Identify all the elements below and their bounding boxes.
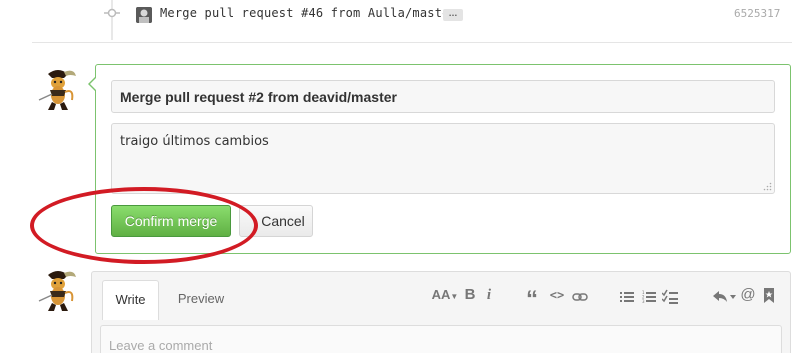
bookmark-icon[interactable] [763, 287, 775, 305]
code-icon[interactable]: <> [548, 286, 566, 304]
merge-form-caret-inner [90, 78, 96, 90]
bold-icon[interactable]: B [464, 286, 476, 304]
task-list-icon[interactable] [662, 288, 678, 306]
commit-sha-link[interactable]: 6525317 [734, 7, 780, 20]
cancel-button[interactable]: Cancel [239, 205, 313, 237]
reply-icon[interactable] [712, 288, 736, 306]
merge-commit-message-textarea[interactable]: traigo últimos cambios [111, 123, 775, 194]
current-user-avatar[interactable] [34, 267, 80, 313]
timeline-line [111, 0, 113, 40]
svg-text:3: 3 [642, 299, 645, 304]
timeline-divider [32, 42, 792, 43]
commit-icon [104, 8, 120, 18]
link-icon[interactable] [572, 288, 588, 306]
tab-write[interactable]: Write [102, 280, 159, 320]
italic-icon[interactable]: i [484, 286, 494, 304]
ordered-list-icon[interactable]: 1 2 3 [642, 288, 656, 306]
comment-textarea[interactable]: Leave a comment [100, 325, 782, 353]
tab-preview[interactable]: Preview [166, 280, 236, 318]
header-icon[interactable]: AA▼ [430, 286, 460, 304]
merge-commit-title-input[interactable]: Merge pull request #2 from deavid/master [111, 80, 775, 113]
list-icon[interactable] [620, 288, 634, 306]
mention-icon[interactable]: @ [740, 286, 756, 304]
commit-author-avatar[interactable] [136, 7, 152, 23]
quote-icon[interactable]: “ [524, 286, 540, 313]
confirm-merge-button[interactable]: Confirm merge [111, 205, 231, 237]
header-icon-label: AA [431, 287, 451, 302]
user-avatar[interactable] [34, 66, 80, 112]
commit-expand-button[interactable]: … [443, 9, 463, 21]
header-dropdown-caret: ▼ [450, 292, 459, 301]
commit-message-link[interactable]: Merge pull request #46 from Aulla/master [160, 6, 457, 20]
resize-grip-icon[interactable] [763, 182, 772, 191]
